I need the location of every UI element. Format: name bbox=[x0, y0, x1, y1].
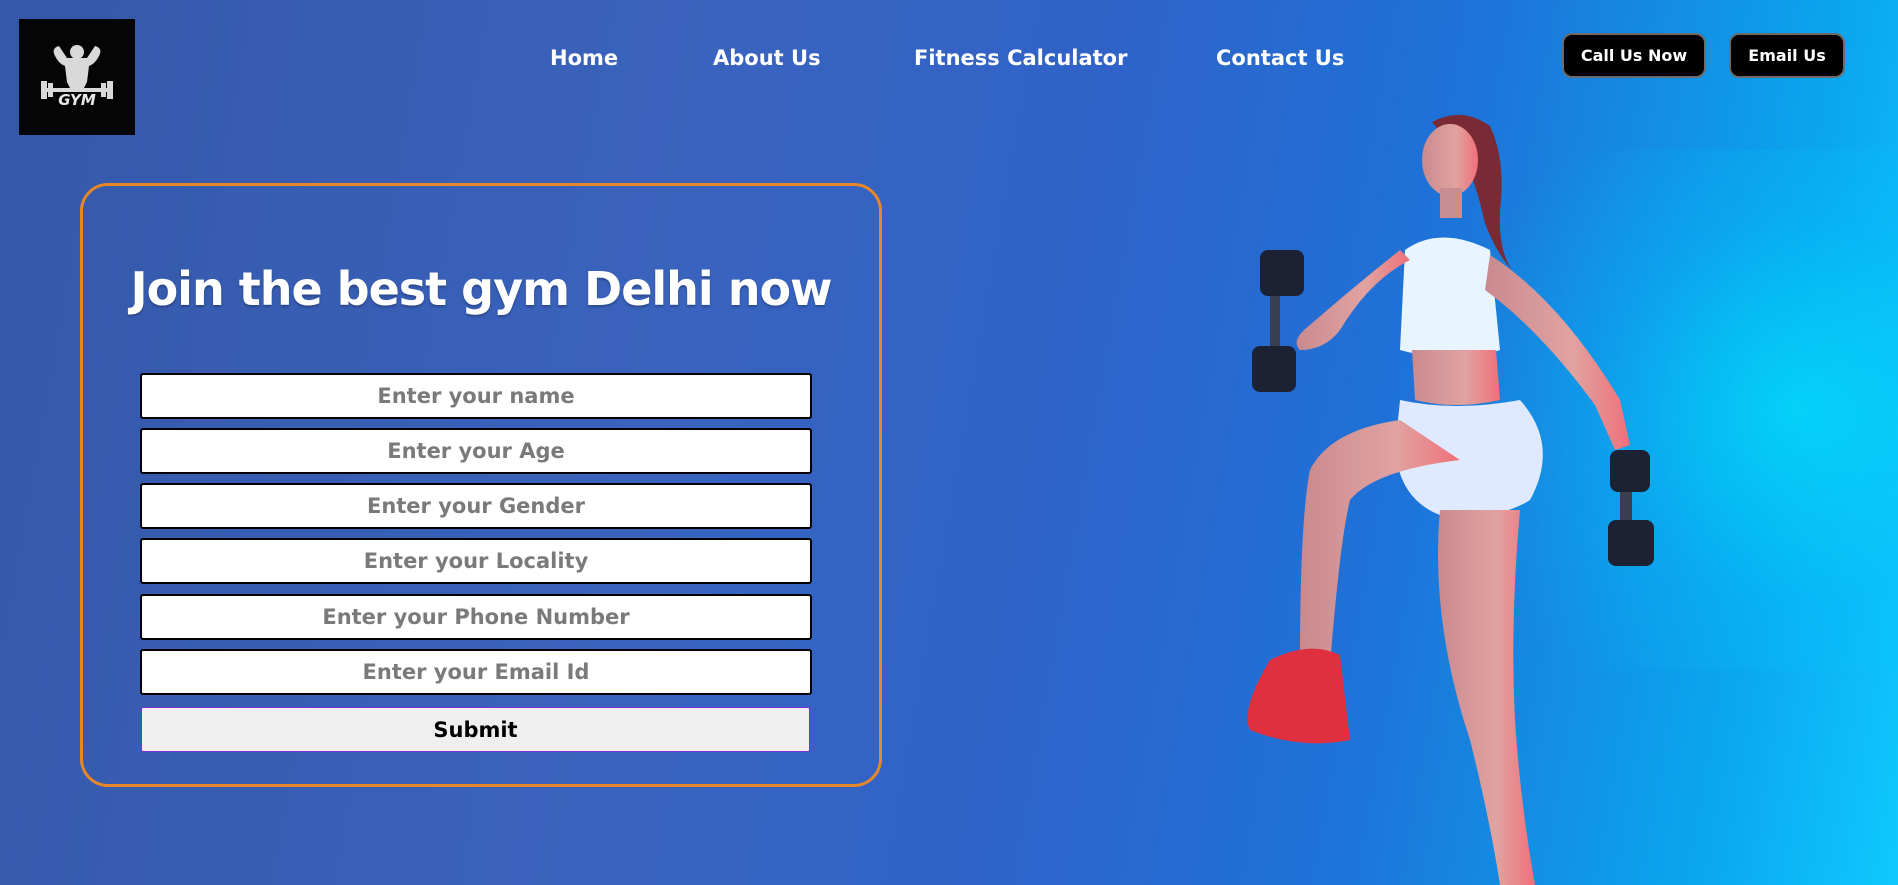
locality-input[interactable] bbox=[140, 538, 812, 584]
call-us-button[interactable]: Call Us Now bbox=[1562, 33, 1706, 78]
logo-text: GYM bbox=[58, 91, 96, 109]
gym-logo[interactable]: GYM bbox=[19, 19, 135, 135]
gender-input[interactable] bbox=[140, 483, 812, 529]
nav-contact-us[interactable]: Contact Us bbox=[1216, 46, 1344, 70]
form-title: Join the best gym Delhi now bbox=[130, 262, 832, 316]
nav-about-us[interactable]: About Us bbox=[713, 46, 821, 70]
email-us-button[interactable]: Email Us bbox=[1729, 33, 1845, 78]
join-form-card: Join the best gym Delhi now Submit bbox=[80, 183, 882, 787]
email-input[interactable] bbox=[140, 649, 812, 695]
nav-home[interactable]: Home bbox=[550, 46, 618, 70]
age-input[interactable] bbox=[140, 428, 812, 474]
phone-input[interactable] bbox=[140, 594, 812, 640]
name-input[interactable] bbox=[140, 373, 812, 419]
woman-with-dumbbells-image bbox=[1247, 114, 1654, 885]
submit-button[interactable]: Submit bbox=[141, 707, 810, 752]
nav-fitness-calculator[interactable]: Fitness Calculator bbox=[914, 46, 1127, 70]
